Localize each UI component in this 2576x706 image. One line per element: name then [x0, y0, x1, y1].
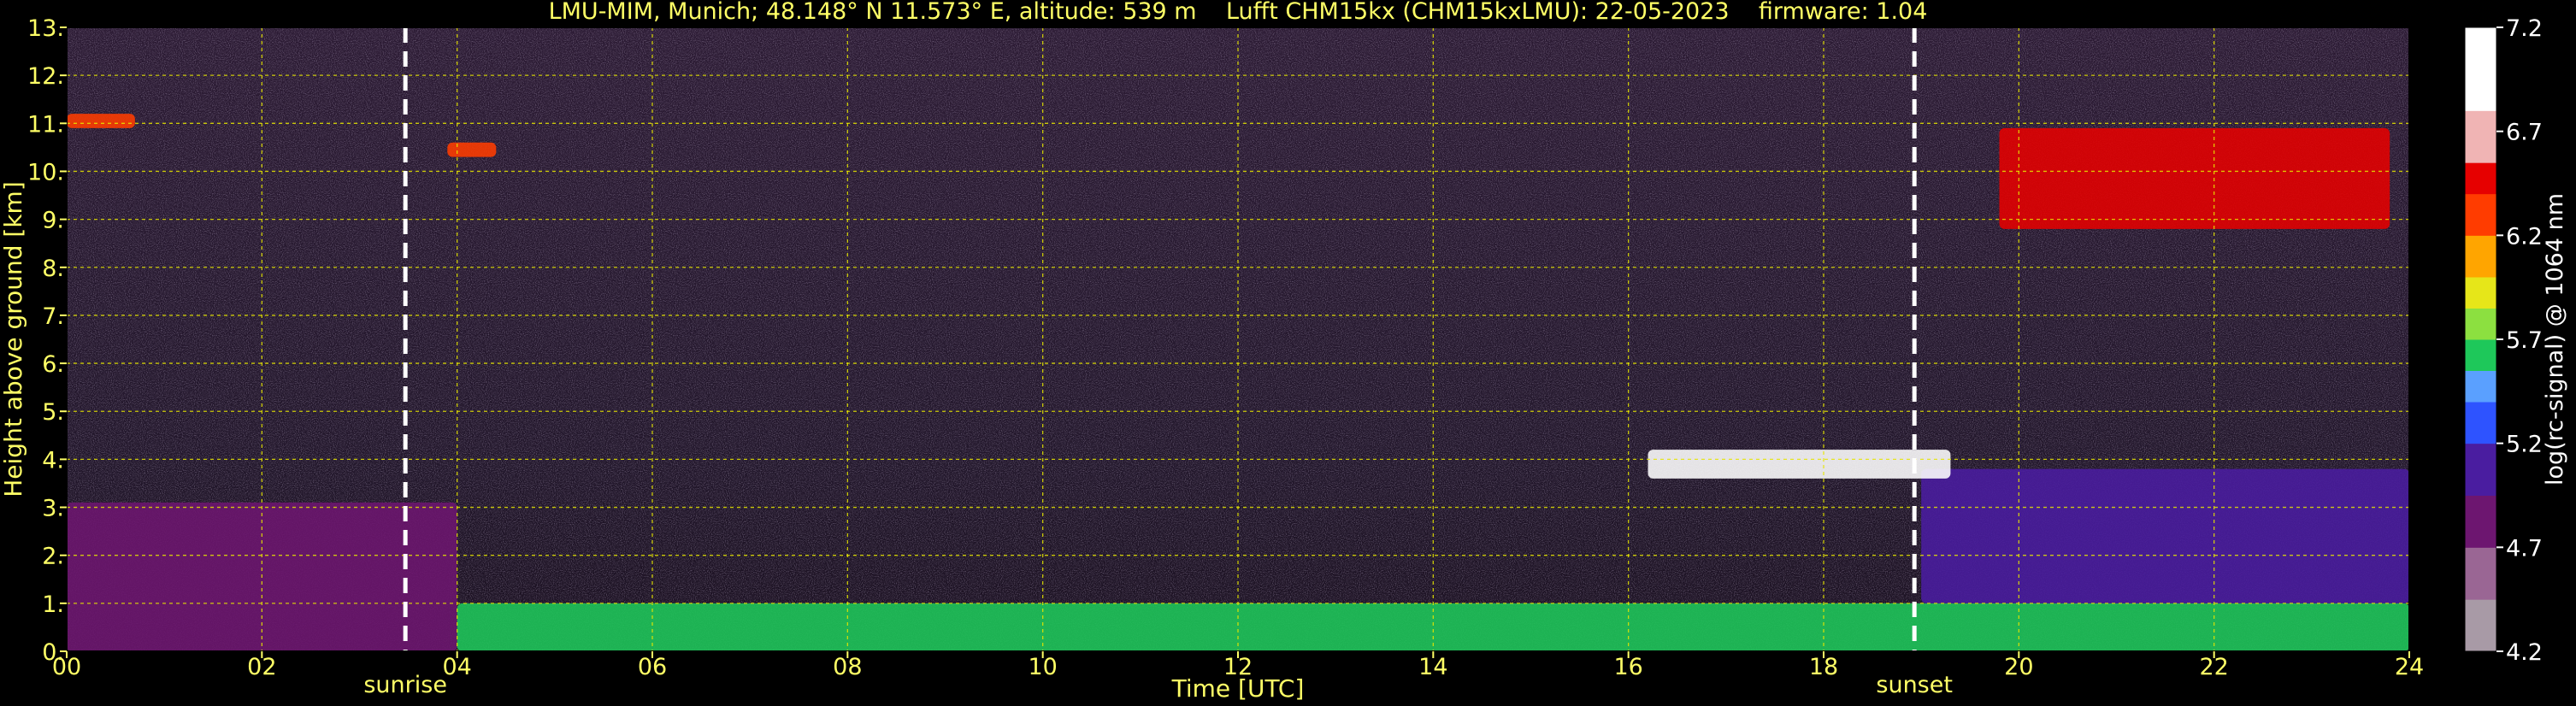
- sunset-label: sunset: [1876, 672, 1953, 698]
- y-axis-label: Height above ground [km]: [0, 181, 27, 497]
- x-tick-label: 18: [1809, 654, 1838, 680]
- y-tick-label: 8.: [42, 256, 64, 282]
- y-tick-label: 2.: [42, 544, 64, 570]
- y-tick-label: 12.: [27, 63, 64, 90]
- colorbar-tick-label: 6.7: [2506, 120, 2543, 146]
- colorbar-band: [2465, 599, 2496, 652]
- y-tick-label: 3.: [42, 496, 64, 522]
- x-tick-label: 02: [247, 654, 276, 680]
- colorbar-tick-label: 4.7: [2506, 535, 2543, 562]
- feature-mid-cloud: [1648, 450, 1951, 479]
- colorbar-tick-label: 5.7: [2506, 327, 2543, 354]
- feature-low-cloud: [67, 114, 135, 128]
- colorbar-band: [2465, 27, 2496, 111]
- colorbar-ticks: 4.2 4.7 5.2 5.7 6.2 6.7 7.2: [2496, 15, 2543, 666]
- x-tick-label: 14: [1418, 654, 1447, 680]
- chart-title: LMU-MIM, Munich; 48.148° N 11.573° E, al…: [549, 0, 1928, 25]
- y-tick-label: 4.: [42, 447, 64, 474]
- colorbar-tick-label: 6.2: [2506, 223, 2543, 250]
- y-tick-label: 1.: [42, 591, 64, 618]
- feature-thin-cloud: [447, 142, 497, 157]
- y-axis-ticks: 0.1.2.3.4.5.6.7.8.9.10.11.12.13.: [27, 15, 67, 666]
- x-tick-label: 24: [2395, 654, 2424, 680]
- colorbar-tick-label: 7.2: [2506, 15, 2543, 42]
- y-tick-label: 9.: [42, 208, 64, 234]
- x-tick-label: 08: [833, 654, 862, 680]
- colorbar-label: log(rc-signal) @ 1064 nm: [2542, 193, 2568, 485]
- feature-elevated-aerosol-layer: [1921, 468, 2409, 603]
- colorbar-band: [2465, 547, 2496, 600]
- colorbar-band: [2465, 162, 2496, 195]
- sunrise-label: sunrise: [363, 672, 447, 698]
- x-axis-label: Time [UTC]: [1171, 674, 1305, 703]
- colorbar-band: [2465, 193, 2496, 236]
- colorbar-band: [2465, 402, 2496, 444]
- colorbar: [2465, 27, 2496, 652]
- colorbar-band: [2465, 370, 2496, 403]
- x-tick-label: 20: [2004, 654, 2033, 680]
- x-tick-label: 16: [1613, 654, 1642, 680]
- ceilometer-chart: sunrise sunset 0.1.2.3.4.5.6.7.8.9.10.11.…: [0, 0, 2568, 703]
- colorbar-band: [2465, 443, 2496, 496]
- x-tick-label: 00: [52, 654, 81, 680]
- colorbar-band: [2465, 308, 2496, 340]
- y-tick-label: 6.: [42, 351, 64, 378]
- y-tick-label: 11.: [27, 111, 64, 138]
- colorbar-band: [2465, 277, 2496, 309]
- x-tick-label: 06: [638, 654, 667, 680]
- colorbar-band: [2465, 495, 2496, 548]
- colorbar-tick-label: 4.2: [2506, 639, 2543, 666]
- colorbar-band: [2465, 235, 2496, 278]
- x-tick-label: 04: [442, 654, 471, 680]
- y-tick-label: 13.: [27, 15, 64, 42]
- y-tick-label: 7.: [42, 303, 64, 330]
- colorbar-band: [2465, 339, 2496, 371]
- colorbar-tick-label: 5.2: [2506, 432, 2543, 458]
- x-tick-label: 10: [1028, 654, 1057, 680]
- feature-cirrus: [1999, 127, 2390, 229]
- y-tick-label: 10.: [27, 159, 64, 185]
- colorbar-band: [2465, 110, 2496, 163]
- y-tick-label: 5.: [42, 399, 64, 426]
- x-tick-label: 22: [2199, 654, 2228, 680]
